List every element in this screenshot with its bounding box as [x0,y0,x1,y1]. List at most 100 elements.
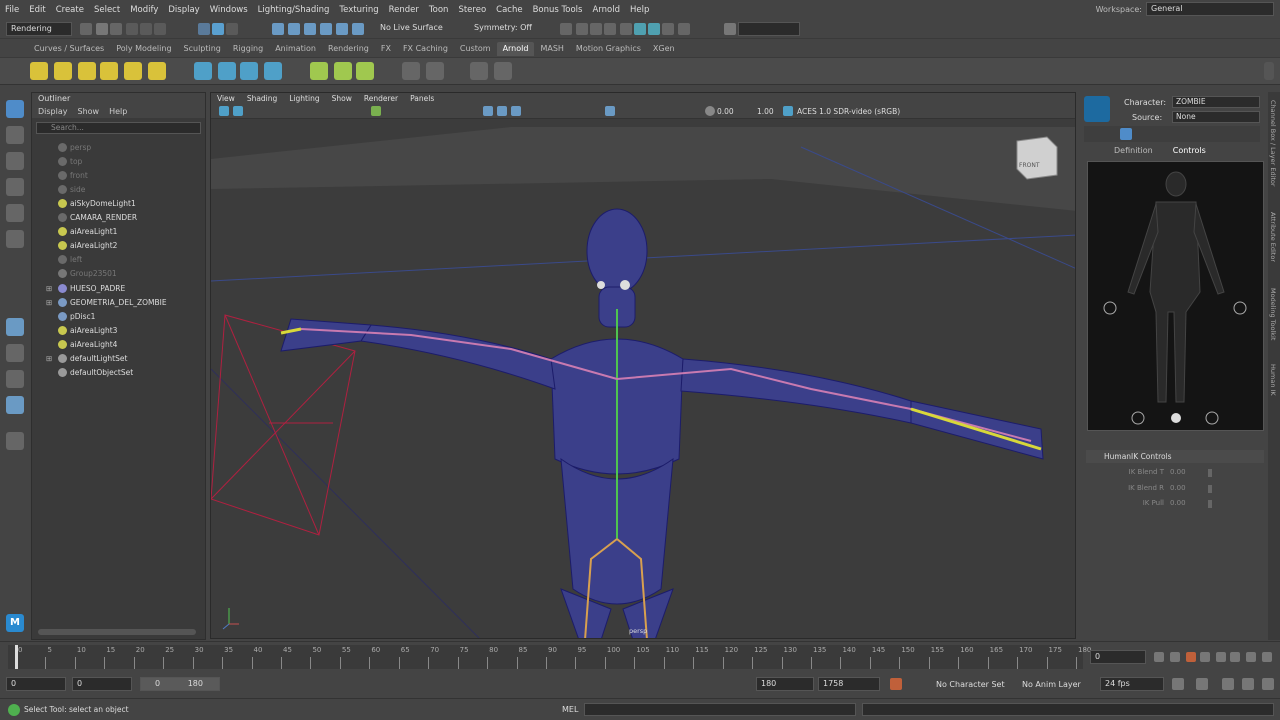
lasso-tool-icon[interactable] [6,126,24,144]
play-render-icon[interactable] [662,23,674,35]
export-standin-icon[interactable] [218,62,236,80]
select-component-icon[interactable] [226,23,238,35]
menu-edit[interactable]: Edit [24,5,50,15]
shelf-tab-arnold[interactable]: Arnold [496,42,535,56]
menu-arnold[interactable]: Arnold [587,5,625,15]
menu-select[interactable]: Select [89,5,125,15]
snap-point-icon[interactable] [304,23,316,35]
preferences-icon[interactable] [1242,678,1254,690]
shelf-tab-custom[interactable]: Custom [454,42,497,56]
end-time-field[interactable]: 1758 [818,677,880,691]
viewport-menu-show[interactable]: Show [326,93,358,105]
outliner-item[interactable]: aiAreaLight4 [32,337,202,351]
timeline-ruler[interactable]: 0 5 10 15 20 25 30 35 40 45 50 55 60 65 70 75 80 85 90 95 10… [8,645,1091,669]
side-tab[interactable]: Modeling Toolkit [1269,288,1277,340]
go-to-start-icon[interactable] [1154,652,1164,662]
two-view-icon[interactable] [6,370,24,388]
live-surface-label[interactable]: No Live Surface [380,23,443,32]
shelf-tab-fx-caching[interactable]: FX Caching [397,42,454,56]
sign-in-dropdown[interactable] [738,22,800,36]
outliner-layout-icon[interactable] [6,396,24,414]
exposure-field[interactable]: 0.00 [717,107,734,116]
folder-icon[interactable] [126,23,138,35]
menu-cache[interactable]: Cache [491,5,527,15]
menu-help[interactable]: Help [625,5,654,15]
merge-icon[interactable] [426,62,444,80]
playback-range-bar[interactable]: 0 180 [140,677,220,691]
color-space-dropdown[interactable]: ACES 1.0 SDR-video (sRGB) [797,107,900,116]
hik-slider-handle[interactable] [1208,469,1212,477]
menu-set-dropdown[interactable]: Rendering [6,22,72,36]
anim-end-field[interactable]: 180 [756,677,814,691]
paint-select-icon[interactable] [6,152,24,170]
expand-icon[interactable]: ⊞ [32,284,52,293]
outliner-menu-show[interactable]: Show [78,105,100,118]
select-tool-icon[interactable] [6,100,24,118]
viewport-menu-renderer[interactable]: Renderer [358,93,404,105]
right-foot-effector-icon[interactable] [1205,411,1219,425]
viewport-menu-lighting[interactable]: Lighting [283,93,325,105]
viewport-menu-panels[interactable]: Panels [404,93,440,105]
anim-start-field[interactable]: 0 [72,677,132,691]
outliner-item[interactable]: pDisc1 [32,309,202,323]
smooth-shade-icon[interactable] [497,106,507,116]
side-tab[interactable]: Human IK [1269,364,1277,396]
pause-render-icon[interactable] [678,23,690,35]
shelf-tab-fx[interactable]: FX [375,42,397,56]
script-language-toggle[interactable]: MEL [562,705,578,714]
menu-toon[interactable]: Toon [424,5,454,15]
point-light-icon[interactable] [54,62,72,80]
loop-icon[interactable] [1172,678,1184,690]
hik-slider-value[interactable]: 0.00 [1170,484,1186,492]
auto-key-icon[interactable] [890,678,902,690]
fps-dropdown[interactable]: 24 fps [1100,677,1164,691]
user-icon[interactable] [724,23,736,35]
exposure-icon[interactable] [705,106,715,116]
symmetry-label[interactable]: Symmetry: Off [474,23,532,32]
wireframe-on-shaded-icon[interactable] [511,106,521,116]
hips-effector-icon[interactable] [1171,413,1181,423]
select-camera-icon[interactable] [219,106,229,116]
menu-modify[interactable]: Modify [125,5,163,15]
right-hand-effector-icon[interactable] [1233,301,1247,315]
side-tab[interactable]: Channel Box / Layer Editor [1269,100,1277,187]
outliner-item[interactable]: aiAreaLight3 [32,323,202,337]
four-view-icon[interactable] [6,344,24,362]
outliner-item[interactable]: ⊞ HUESO_PADRE [32,281,202,295]
scene-canvas[interactable]: FRONT persp [211,119,1076,639]
hik-slider-value[interactable]: 0.00 [1170,499,1186,507]
rotate-tool-icon[interactable] [6,204,24,222]
outliner-search-input[interactable]: Search... [36,122,201,134]
hik-slider-handle[interactable] [1208,484,1212,493]
zombie-character-mesh[interactable] [280,208,1044,639]
outliner-item[interactable]: front [32,168,202,182]
hypershade-icon[interactable] [620,23,632,35]
outliner-item[interactable]: side [32,182,202,196]
outliner-item[interactable]: top [32,154,202,168]
camera-attr-icon[interactable] [233,106,243,116]
key-icon[interactable] [1222,678,1234,690]
gamma-field[interactable]: 1.00 [757,107,774,116]
outliner-item[interactable]: aiAreaLight1 [32,225,202,239]
left-hand-effector-icon[interactable] [1103,301,1117,315]
menu-render[interactable]: Render [384,5,424,15]
outliner-item[interactable]: aiAreaLight2 [32,239,202,253]
menu-windows[interactable]: Windows [205,5,253,15]
render-sequence-icon[interactable] [576,23,588,35]
skydome-light-icon[interactable] [100,62,118,80]
snap-curve-icon[interactable] [288,23,300,35]
menu-display[interactable]: Display [163,5,204,15]
outliner-item[interactable]: ⊞ defaultLightSet [32,352,202,366]
maya-logo-icon[interactable]: M [6,614,24,632]
source-dropdown[interactable]: None [1172,111,1260,123]
ipr-play-icon[interactable] [494,62,512,80]
arnold-ipr-icon[interactable] [648,23,660,35]
outliner-item[interactable]: ⊞ GEOMETRIA_DEL_ZOMBIE [32,295,202,309]
shelf-tab-animation[interactable]: Animation [269,42,322,56]
expand-icon[interactable]: ⊞ [32,298,52,307]
snap-grid-icon[interactable] [272,23,284,35]
side-tab[interactable]: Attribute Editor [1269,212,1277,262]
single-view-icon[interactable] [6,318,24,336]
redo-icon[interactable] [154,23,166,35]
color-management-icon[interactable] [783,106,793,116]
